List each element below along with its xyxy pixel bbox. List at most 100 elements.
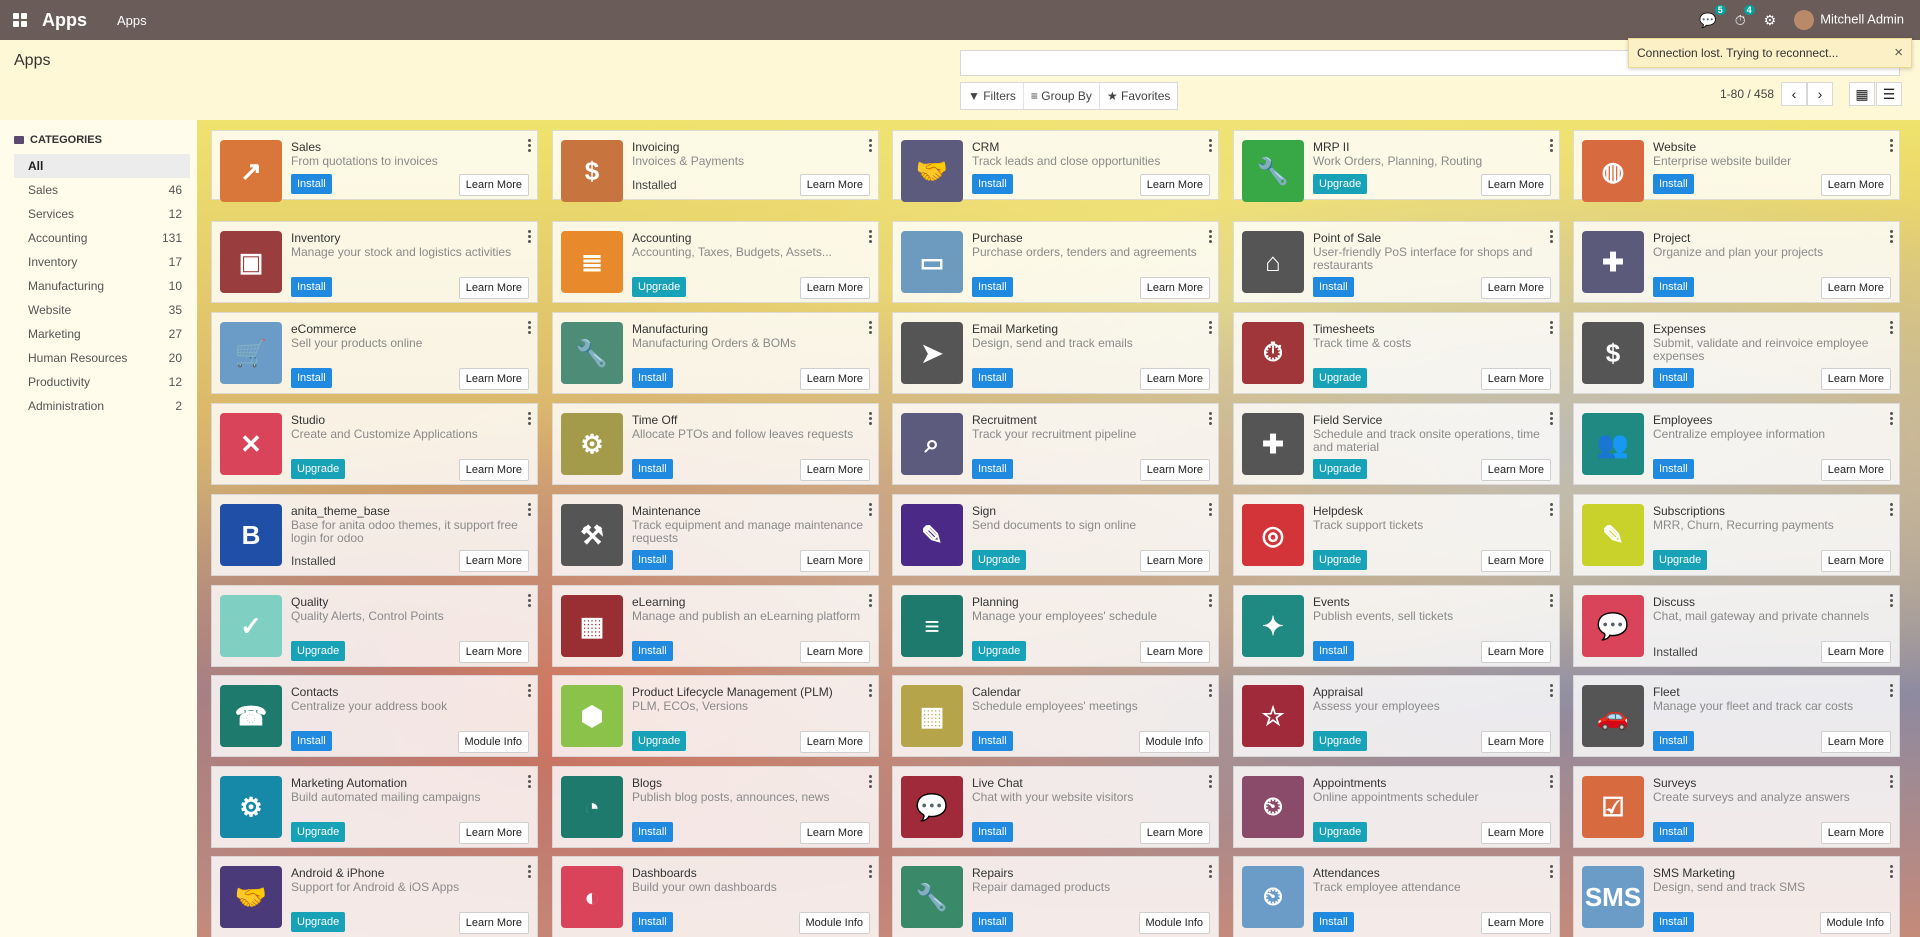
sidebar-item-website[interactable]: Website 35	[14, 298, 190, 322]
learn-more-button[interactable]: Learn More	[1480, 174, 1551, 196]
install-button[interactable]: Install	[291, 731, 332, 751]
app-card[interactable]: SMS SMS Marketing Design, send and track…	[1573, 856, 1900, 937]
user-menu[interactable]: Mitchell Admin	[1794, 10, 1904, 30]
install-button[interactable]: Install	[632, 368, 673, 388]
more-options-icon[interactable]	[868, 139, 872, 152]
app-card[interactable]: ◎ Helpdesk Track support tickets Upgrade…	[1233, 494, 1560, 576]
more-options-icon[interactable]	[527, 865, 531, 878]
app-card[interactable]: ☑ Surveys Create surveys and analyze ans…	[1573, 766, 1900, 848]
more-options-icon[interactable]	[1889, 412, 1893, 425]
app-card[interactable]: ⌂ Point of Sale User-friendly PoS interf…	[1233, 221, 1560, 303]
pager-next-icon[interactable]: ›	[1807, 82, 1833, 106]
more-options-icon[interactable]	[1549, 594, 1553, 607]
learn-more-button[interactable]: Module Info	[1819, 912, 1891, 934]
learn-more-button[interactable]: Module Info	[457, 731, 529, 753]
filters-button[interactable]: ▼ Filters	[961, 83, 1024, 109]
upgrade-button[interactable]: Upgrade	[972, 550, 1027, 570]
pager-previous-icon[interactable]: ‹	[1781, 82, 1807, 106]
more-options-icon[interactable]	[1889, 503, 1893, 516]
upgrade-button[interactable]: Upgrade	[972, 641, 1027, 661]
install-button[interactable]: Install	[1313, 912, 1354, 932]
app-card[interactable]: 🤝 CRM Track leads and close opportunitie…	[892, 130, 1219, 202]
sidebar-item-administration[interactable]: Administration 2	[14, 394, 190, 418]
app-card[interactable]: ▦ eLearning Manage and publish an eLearn…	[552, 585, 879, 667]
more-options-icon[interactable]	[868, 503, 872, 516]
learn-more-button[interactable]: Learn More	[799, 174, 870, 196]
app-card[interactable]: 💬 Discuss Chat, mail gateway and private…	[1573, 585, 1900, 667]
upgrade-button[interactable]: Upgrade	[1313, 174, 1368, 194]
more-options-icon[interactable]	[1549, 412, 1553, 425]
install-button[interactable]: Install	[972, 912, 1013, 932]
upgrade-button[interactable]: Upgrade	[1313, 822, 1368, 842]
install-button[interactable]: Install	[1653, 368, 1694, 388]
app-card[interactable]: ≣ Accounting Accounting, Taxes, Budgets,…	[552, 221, 879, 303]
install-button[interactable]: Install	[632, 459, 673, 479]
learn-more-button[interactable]: Learn More	[799, 641, 870, 663]
more-options-icon[interactable]	[1549, 230, 1553, 243]
more-options-icon[interactable]	[527, 412, 531, 425]
install-button[interactable]: Install	[1653, 174, 1694, 194]
learn-more-button[interactable]: Learn More	[799, 550, 870, 572]
learn-more-button[interactable]: Learn More	[458, 174, 529, 196]
app-card[interactable]: ⬢ Product Lifecycle Management (PLM) PLM…	[552, 675, 879, 757]
learn-more-button[interactable]: Learn More	[458, 641, 529, 663]
sidebar-item-services[interactable]: Services 12	[14, 202, 190, 226]
upgrade-button[interactable]: Upgrade	[632, 277, 687, 297]
app-card[interactable]: $ Expenses Submit, validate and reinvoic…	[1573, 312, 1900, 394]
upgrade-button[interactable]: Upgrade	[291, 822, 346, 842]
app-card[interactable]: ⌕ Recruitment Track your recruitment pip…	[892, 403, 1219, 485]
close-icon[interactable]: ×	[1894, 44, 1903, 61]
learn-more-button[interactable]: Learn More	[1480, 822, 1551, 844]
more-options-icon[interactable]	[1208, 139, 1212, 152]
more-options-icon[interactable]	[1208, 321, 1212, 334]
upgrade-button[interactable]: Upgrade	[291, 459, 346, 479]
app-card[interactable]: ✦ Events Publish events, sell tickets In…	[1233, 585, 1560, 667]
app-card[interactable]: ✎ Sign Send documents to sign online Upg…	[892, 494, 1219, 576]
install-button[interactable]: Install	[1653, 822, 1694, 842]
install-button[interactable]: Install	[1653, 912, 1694, 932]
app-card[interactable]: 👥 Employees Centralize employee informat…	[1573, 403, 1900, 485]
install-button[interactable]: Install	[291, 368, 332, 388]
learn-more-button[interactable]: Learn More	[1820, 550, 1891, 572]
learn-more-button[interactable]: Learn More	[799, 822, 870, 844]
more-options-icon[interactable]	[1208, 412, 1212, 425]
more-options-icon[interactable]	[1889, 684, 1893, 697]
more-options-icon[interactable]	[868, 865, 872, 878]
more-options-icon[interactable]	[1208, 865, 1212, 878]
learn-more-button[interactable]: Learn More	[458, 459, 529, 481]
more-options-icon[interactable]	[1549, 503, 1553, 516]
learn-more-button[interactable]: Module Info	[1138, 912, 1210, 934]
app-card[interactable]: ⏲ Attendances Track employee attendance …	[1233, 856, 1560, 937]
app-card[interactable]: ⏱ Timesheets Track time & costs Upgrade …	[1233, 312, 1560, 394]
learn-more-button[interactable]: Learn More	[458, 822, 529, 844]
app-card[interactable]: ≡ Planning Manage your employees' schedu…	[892, 585, 1219, 667]
more-options-icon[interactable]	[868, 412, 872, 425]
app-card[interactable]: ☆ Appraisal Assess your employees Upgrad…	[1233, 675, 1560, 757]
app-card[interactable]: ⚙ Marketing Automation Build automated m…	[211, 766, 538, 848]
install-button[interactable]: Install	[972, 459, 1013, 479]
more-options-icon[interactable]	[1889, 139, 1893, 152]
app-card[interactable]: 🛒 eCommerce Sell your products online In…	[211, 312, 538, 394]
pager-value[interactable]: 1-80 / 458	[1720, 87, 1774, 101]
app-card[interactable]: ↗ Sales From quotations to invoices Inst…	[211, 130, 538, 202]
sidebar-item-all[interactable]: All	[14, 154, 190, 178]
kanban-view-icon[interactable]: ▦	[1849, 82, 1875, 106]
more-options-icon[interactable]	[868, 684, 872, 697]
more-options-icon[interactable]	[1208, 775, 1212, 788]
learn-more-button[interactable]: Learn More	[1139, 459, 1210, 481]
more-options-icon[interactable]	[1889, 321, 1893, 334]
learn-more-button[interactable]: Learn More	[1820, 174, 1891, 196]
app-card[interactable]: 💬 Live Chat Chat with your website visit…	[892, 766, 1219, 848]
install-button[interactable]: Install	[291, 174, 332, 194]
app-card[interactable]: ▣ Inventory Manage your stock and logist…	[211, 221, 538, 303]
install-button[interactable]: Install	[972, 731, 1013, 751]
favorites-button[interactable]: ★ Favorites	[1100, 83, 1177, 109]
app-card[interactable]: ◐ Dashboards Build your own dashboards I…	[552, 856, 879, 937]
app-card[interactable]: ▭ Purchase Purchase orders, tenders and …	[892, 221, 1219, 303]
learn-more-button[interactable]: Learn More	[458, 912, 529, 934]
upgrade-button[interactable]: Upgrade	[1313, 459, 1368, 479]
more-options-icon[interactable]	[1549, 139, 1553, 152]
learn-more-button[interactable]: Learn More	[799, 277, 870, 299]
learn-more-button[interactable]: Learn More	[1820, 641, 1891, 663]
sidebar-item-human-resources[interactable]: Human Resources 20	[14, 346, 190, 370]
